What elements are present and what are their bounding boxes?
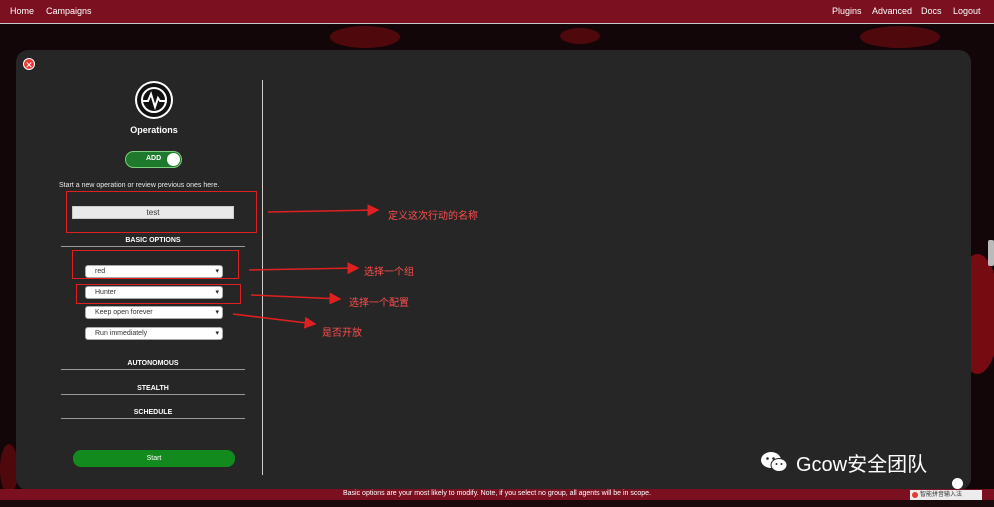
add-toggle[interactable]: ADD — [125, 151, 182, 168]
nav-plugins-link[interactable]: Plugins — [832, 6, 862, 16]
divider — [61, 246, 245, 247]
nav-logout-link[interactable]: Logout — [953, 6, 981, 16]
ime-label: 智能拼音输入法 — [920, 492, 963, 498]
start-button[interactable]: Start — [73, 450, 235, 467]
panel-divider — [262, 80, 263, 475]
nav-home-link[interactable]: Home — [10, 6, 34, 16]
top-navbar: Home Campaigns Plugins Advanced Docs Log… — [0, 0, 994, 24]
run-mode-select-value: Run immediately — [95, 330, 148, 337]
caret-down-icon: ▾ — [215, 309, 219, 316]
annotation-adversary: 选择一个配置 — [349, 298, 409, 309]
nav-docs-link[interactable]: Docs — [921, 6, 942, 16]
annotation-open: 是否开放 — [322, 328, 362, 339]
scrollbar-thumb[interactable] — [988, 240, 994, 266]
intro-text: Start a new operation or review previous… — [59, 182, 220, 189]
divider — [61, 418, 245, 419]
settings-icon[interactable] — [952, 478, 963, 489]
ime-icon — [912, 492, 918, 498]
heartbeat-icon — [135, 81, 173, 119]
visibility-select[interactable]: Keep open forever ▾ — [85, 306, 223, 319]
annotation-box-group — [72, 250, 239, 279]
annotation-box-name — [66, 191, 257, 233]
toggle-knob — [167, 153, 180, 166]
page-title: Operations — [130, 125, 178, 135]
ime-indicator[interactable]: 智能拼音输入法 — [910, 490, 982, 500]
wechat-icon — [761, 452, 788, 472]
close-icon[interactable]: ✕ — [23, 58, 35, 70]
annotation-name: 定义这次行动的名称 — [388, 211, 478, 222]
divider — [61, 369, 245, 370]
annotation-box-adversary — [76, 284, 241, 304]
annotation-group: 选择一个组 — [364, 267, 414, 278]
basic-options-heading[interactable]: BASIC OPTIONS — [61, 237, 245, 244]
nav-advanced-link[interactable]: Advanced — [872, 6, 912, 16]
toggle-label: ADD — [146, 155, 162, 162]
stealth-heading[interactable]: STEALTH — [61, 385, 245, 392]
caret-down-icon: ▾ — [215, 330, 219, 337]
run-mode-select[interactable]: Run immediately ▾ — [85, 327, 223, 340]
divider — [61, 394, 245, 395]
status-bar: Basic options are your most likely to mo… — [0, 489, 994, 500]
autonomous-heading[interactable]: AUTONOMOUS — [61, 360, 245, 367]
watermark: Gcow安全团队 — [760, 450, 928, 476]
status-text: Basic options are your most likely to mo… — [342, 490, 652, 497]
watermark-text: Gcow安全团队 — [796, 453, 928, 476]
schedule-heading[interactable]: SCHEDULE — [61, 409, 245, 416]
visibility-select-value: Keep open forever — [95, 309, 153, 316]
nav-campaigns-link[interactable]: Campaigns — [46, 6, 92, 16]
